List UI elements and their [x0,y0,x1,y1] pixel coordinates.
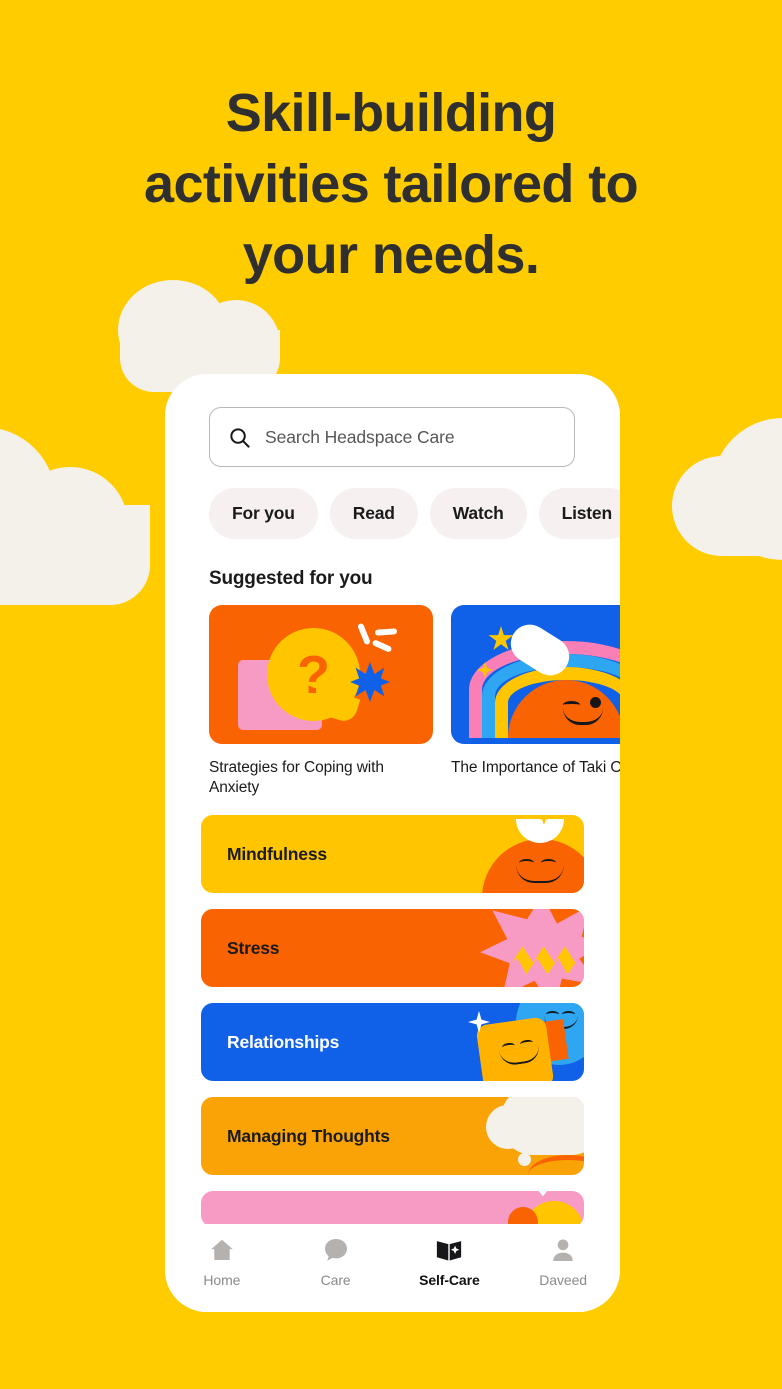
bowl-shape [516,819,564,843]
search-placeholder: Search Headspace Care [265,426,455,447]
category-label: Mindfulness [227,843,327,864]
category-art-two-faces [424,1003,584,1081]
category-label: Stress [227,937,280,958]
nav-label-care: Care [320,1272,351,1288]
filter-chip-row[interactable]: For you Read Watch Listen [209,488,620,539]
headline-line-3: your needs. [242,225,540,285]
chip-listen[interactable]: Listen [538,488,620,539]
chip-for-you[interactable]: For you [209,488,318,539]
suggested-card-row[interactable]: ? Strategies for Coping with Anxiety The… [209,605,620,798]
category-row-relationships[interactable]: Relationships [201,1003,584,1081]
spark-line [371,639,393,653]
category-row-managing-thoughts[interactable]: Managing Thoughts [201,1097,584,1175]
suggested-card-anxiety[interactable]: ? Strategies for Coping with Anxiety [209,605,433,798]
nav-item-self-care[interactable]: Self-Care [393,1236,507,1288]
suggested-card-title: The Importance of Taki Off [451,759,620,776]
nav-item-profile[interactable]: Daveed [506,1236,620,1288]
pink-starburst [480,909,584,987]
chip-watch[interactable]: Watch [429,488,527,539]
search-icon [230,427,250,448]
nav-item-care[interactable]: Care [279,1236,393,1288]
bottom-navigation[interactable]: Home Care Self-Care Daveed [165,1224,620,1312]
cloud-left [0,427,150,605]
open-book-icon [437,1241,462,1261]
app-screen: Search Headspace Care For you Read Watch… [165,374,620,1312]
suggested-section-title: Suggested for you [209,568,373,589]
suggested-card-time-off[interactable]: The Importance of Taki Off [451,605,620,798]
search-input[interactable]: Search Headspace Care [209,407,575,467]
category-art-thought-cloud [424,1097,584,1175]
nav-label-profile: Daveed [539,1272,587,1288]
card-art-question-bubble: ? [209,605,433,744]
blue-starburst-icon [350,662,390,702]
category-row-stress[interactable]: Stress [201,909,584,987]
category-art-meditating-figure [424,815,584,893]
question-mark-glyph: ? [297,644,330,705]
nav-label-self-care: Self-Care [419,1272,480,1288]
card-art-rainbow-sun [451,605,620,744]
cloud-lobe [672,456,772,556]
chat-bubble-icon [324,1239,347,1261]
category-row-partial[interactable] [201,1191,584,1227]
category-list[interactable]: Mindfulness Stress Relationships Managin… [201,815,584,1227]
chip-read[interactable]: Read [329,488,418,539]
nav-label-home: Home [203,1272,241,1288]
suggested-card-title: Strategies for Coping with Anxiety [209,759,384,796]
category-art-partial-peek [424,1191,584,1227]
category-label: Relationships [227,1031,340,1052]
category-label: Managing Thoughts [227,1125,390,1146]
home-icon [211,1239,233,1261]
person-icon [553,1239,573,1261]
headline-line-2: activities tailored to [144,154,639,214]
hero-headline: Skill-building activities tailored to yo… [0,78,782,291]
nav-item-home[interactable]: Home [165,1236,279,1288]
cloud-lobe [12,467,128,583]
open-eye [590,697,601,708]
orange-arc [528,1155,584,1175]
spark-line [374,628,398,636]
cloud-lobe [486,1105,530,1149]
thought-dot [518,1153,531,1166]
cloud-right [672,418,782,560]
headline-line-1: Skill-building [225,83,557,143]
phone-mockup: Search Headspace Care For you Read Watch… [165,374,620,1312]
category-row-mindfulness[interactable]: Mindfulness [201,815,584,893]
category-art-lightning-burst [424,909,584,987]
